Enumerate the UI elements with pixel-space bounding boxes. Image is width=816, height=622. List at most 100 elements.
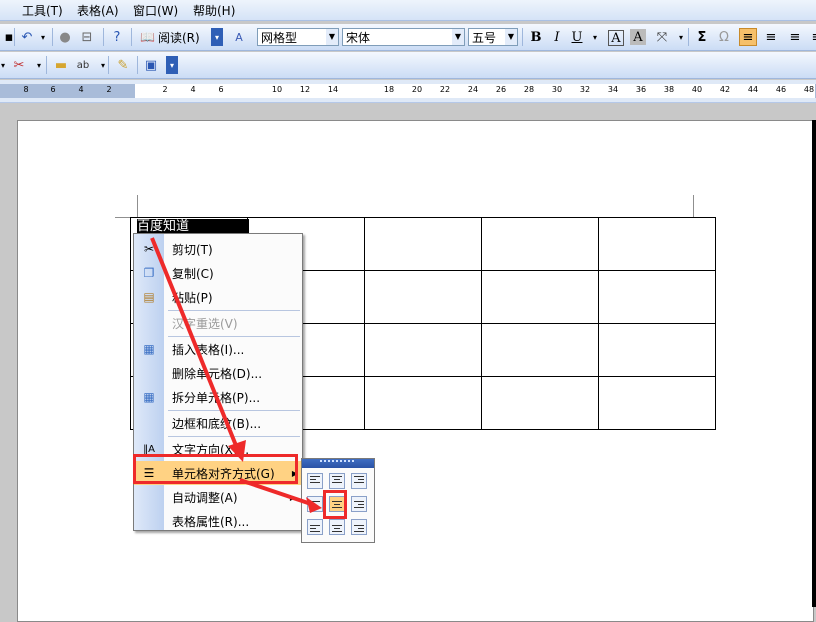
align-option-icon[interactable]	[329, 519, 345, 535]
ruler-tick-label: 24	[467, 85, 479, 94]
table-cell[interactable]	[598, 217, 716, 271]
menu-item-label: 插入表格(I)...	[172, 342, 245, 357]
table-cell[interactable]	[481, 270, 599, 324]
ruler-tick-label: 2	[162, 85, 168, 94]
ruler-tick-label: 40	[691, 85, 703, 94]
menu-table[interactable]: 表格(A)	[77, 2, 119, 19]
format-painter-icon[interactable]: ✎	[114, 56, 132, 74]
menu-item-copy[interactable]: ❐ 复制(C)	[134, 261, 302, 285]
align-justify-icon[interactable]: ≡	[739, 28, 757, 46]
ruler-tick-label: 36	[635, 85, 647, 94]
symbol-button[interactable]: Ω	[715, 28, 733, 46]
align-option-icon[interactable]	[351, 519, 367, 535]
tool-icon[interactable]: ▪	[0, 28, 18, 46]
read-button[interactable]: 📖 阅读(R)	[140, 28, 200, 46]
ruler-tick-label: 32	[579, 85, 591, 94]
chevron-down-icon[interactable]: ▼	[452, 29, 464, 45]
table-cell[interactable]	[481, 217, 599, 271]
align-right-icon[interactable]: ≡	[786, 28, 804, 46]
menu-tools[interactable]: 工具(T)	[22, 2, 63, 19]
ruler-tick-label: 6	[50, 85, 56, 94]
phonetic-icon[interactable]: ⤧	[653, 28, 671, 46]
undo-dropdown-icon[interactable]: ▾	[34, 28, 52, 46]
italic-button[interactable]: I	[548, 28, 566, 46]
bold-button[interactable]: B	[527, 28, 545, 46]
font-combo[interactable]: 宋体 ▼	[342, 28, 465, 46]
menu-item-table-properties[interactable]: 表格属性(R)...	[134, 509, 302, 533]
align-option-icon[interactable]	[307, 473, 323, 489]
ruler-tick-label: 8	[23, 85, 29, 94]
menu-item-cut[interactable]: ✂ 剪切(T)	[134, 237, 302, 261]
annotation-box-menu-item	[133, 454, 298, 484]
char-border-button[interactable]: A	[608, 30, 624, 46]
underline-button[interactable]: U	[568, 28, 586, 46]
table-cell[interactable]	[481, 323, 599, 377]
ruler-tick-label: 44	[747, 85, 759, 94]
align-option-icon[interactable]	[351, 473, 367, 489]
chevron-down-icon[interactable]: ▼	[326, 29, 338, 45]
align-option-icon[interactable]	[329, 473, 345, 489]
menu-item-split-cells[interactable]: ▦ 拆分单元格(P)...	[134, 385, 302, 409]
horizontal-ruler[interactable]: 8 6 4 2 2 4 6 10 12 14 18 20 22 24 26 28 30 32 34 36 38 40 42 4…	[0, 80, 816, 103]
menu-item-paste[interactable]: ▤ 粘贴(P)	[134, 285, 302, 309]
toolbar-options-icon[interactable]: ▾	[211, 28, 223, 46]
annotation-box-align-option	[323, 490, 347, 519]
ruler-tick-label: 2	[106, 85, 112, 94]
sum-button[interactable]: Σ	[693, 28, 711, 46]
align-option-icon[interactable]	[307, 496, 323, 512]
paste-icon: ▤	[143, 290, 155, 304]
underline-dropdown-icon[interactable]: ▾	[586, 28, 604, 46]
separator	[46, 56, 47, 74]
menu-item-insert-table[interactable]: ▦ 插入表格(I)...	[134, 337, 302, 361]
table-cell[interactable]	[598, 323, 716, 377]
char-shading-button[interactable]: A	[630, 29, 646, 45]
table-cell[interactable]	[364, 217, 482, 271]
eraser-icon[interactable]: ✂	[10, 56, 28, 74]
align-option-icon[interactable]	[307, 519, 323, 535]
table-cell[interactable]	[481, 376, 599, 430]
menu-bar: 工具(T) 表格(A) 窗口(W) 帮助(H)	[0, 0, 816, 21]
insert-icon[interactable]: ⊟	[78, 28, 96, 46]
align-left-icon[interactable]: ≡	[808, 28, 816, 46]
menu-window[interactable]: 窗口(W)	[133, 2, 178, 19]
ruler-tick-label: 22	[439, 85, 451, 94]
spelling-icon[interactable]: ab	[74, 56, 92, 74]
table-cell[interactable]	[598, 270, 716, 324]
style-combo[interactable]: 网格型 ▼	[257, 28, 339, 46]
menu-item-label: 拆分单元格(P)...	[172, 390, 261, 405]
table-cell[interactable]	[598, 376, 716, 430]
separator	[137, 56, 138, 74]
separator	[522, 28, 523, 46]
margin-mark	[693, 195, 694, 217]
ruler-tick-label: 4	[190, 85, 196, 94]
dropdown-icon[interactable]: ▾	[94, 56, 112, 74]
align-option-icon[interactable]	[351, 496, 367, 512]
ruler-tick-label: 6	[218, 85, 224, 94]
menu-item-delete-cells[interactable]: 删除单元格(D)...	[134, 361, 302, 385]
menu-item-autofit[interactable]: 自动调整(A) ▶	[134, 485, 302, 509]
menu-item-label: 自动调整(A)	[172, 490, 238, 505]
help-icon[interactable]: ?	[108, 28, 126, 46]
menu-item-borders[interactable]: 边框和底纹(B)...	[134, 411, 302, 435]
menu-item-label: 剪切(T)	[172, 242, 213, 257]
menu-item-label: 复制(C)	[172, 266, 214, 281]
toolbar-options-icon[interactable]: ▾	[166, 56, 178, 74]
align-center-icon[interactable]: ≡	[762, 28, 780, 46]
research-icon[interactable]: ●	[56, 28, 74, 46]
ruler-tick-label: 46	[775, 85, 787, 94]
ruler-tick-label: 18	[383, 85, 395, 94]
book-icon: 📖	[140, 30, 155, 44]
insert-textbox-icon[interactable]: ▣	[142, 56, 160, 74]
folder-icon[interactable]: ▬	[52, 56, 70, 74]
font-size-combo[interactable]: 五号 ▼	[468, 28, 518, 46]
table-cell[interactable]	[364, 270, 482, 324]
menu-help[interactable]: 帮助(H)	[193, 2, 235, 19]
chevron-down-icon[interactable]: ▼	[505, 29, 517, 45]
table-cell[interactable]	[364, 323, 482, 377]
styles-icon[interactable]: A	[230, 28, 248, 46]
ruler-tick-label: 38	[663, 85, 675, 94]
ruler-tick-label: 30	[551, 85, 563, 94]
ruler-tick-label: 10	[271, 85, 283, 94]
table-cell[interactable]	[364, 376, 482, 430]
submenu-drag-handle[interactable]	[302, 459, 374, 468]
